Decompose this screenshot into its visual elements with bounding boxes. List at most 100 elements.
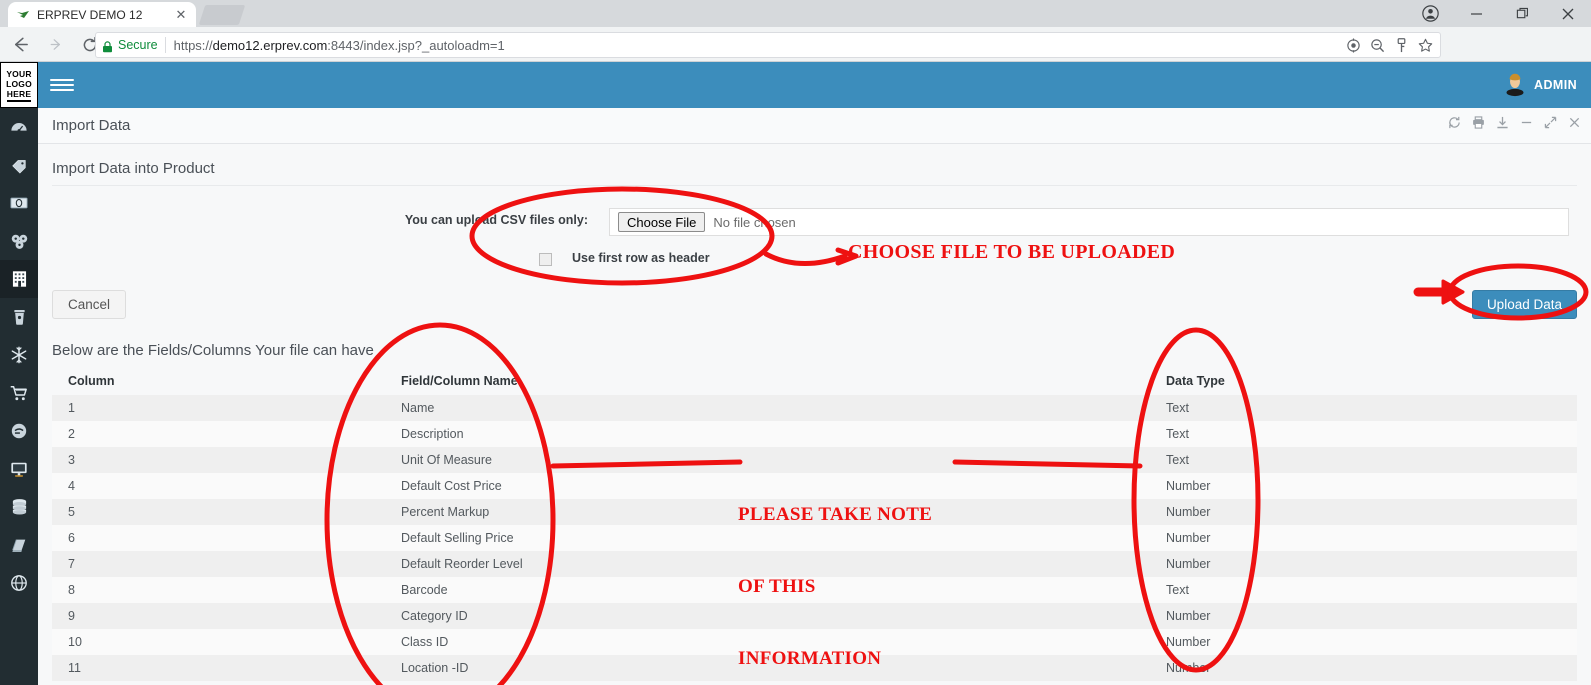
header-row-option: Use first row as header bbox=[52, 250, 1577, 270]
cell-column: 11 bbox=[52, 655, 385, 681]
download-icon[interactable] bbox=[1496, 116, 1509, 129]
cell-type: Number bbox=[1150, 655, 1577, 681]
choose-file-button[interactable]: Choose File bbox=[618, 212, 706, 232]
sidebar-item-monitor[interactable] bbox=[0, 450, 38, 488]
upload-instruction-label: You can upload CSV files only: bbox=[404, 213, 588, 227]
bookmark-star-icon[interactable] bbox=[1414, 34, 1436, 56]
file-name-label: No file chosen bbox=[713, 214, 796, 230]
user-menu[interactable]: ADMIN bbox=[1504, 62, 1577, 108]
url-path: :8443/index.jsp?_autoloadm=1 bbox=[327, 37, 505, 53]
expand-button[interactable] bbox=[1544, 116, 1557, 129]
sidebar-item-database[interactable] bbox=[0, 488, 38, 526]
cell-type: Text bbox=[1150, 395, 1577, 421]
address-bar[interactable]: Secure https://demo12.erprev.com:8443/in… bbox=[95, 32, 1441, 58]
cell-type: Number bbox=[1150, 473, 1577, 499]
url-text: https://demo12.erprev.com:8443/index.jsp… bbox=[174, 38, 1434, 53]
file-input[interactable]: Choose File No file chosen bbox=[609, 208, 1569, 236]
browser-tab[interactable]: ERPREV DEMO 12 ✕ bbox=[8, 2, 196, 27]
screenshot-root: ERPREV DEMO 12 ✕ Secure https://demo12.e… bbox=[0, 0, 1591, 685]
section-title: Import Data into Product bbox=[52, 144, 1577, 186]
profile-icon[interactable] bbox=[1407, 0, 1453, 27]
monitor-icon bbox=[10, 461, 28, 478]
file-upload-row: You can upload CSV files only: Choose Fi… bbox=[52, 208, 1577, 236]
page-content: Import Data Import Data into Product You… bbox=[38, 108, 1591, 685]
globe-icon bbox=[10, 574, 28, 592]
close-icon[interactable]: ✕ bbox=[174, 8, 188, 22]
table-caption: Below are the Fields/Columns Your file c… bbox=[52, 342, 374, 359]
sidebar-item-tags[interactable] bbox=[0, 146, 38, 184]
sidebar-item-cart[interactable] bbox=[0, 374, 38, 412]
cell-field: Class ID bbox=[385, 629, 1150, 655]
cell-type: Number bbox=[1150, 499, 1577, 525]
close-panel-button[interactable] bbox=[1568, 116, 1581, 129]
snowflake-icon bbox=[10, 346, 28, 364]
refresh-button[interactable] bbox=[1448, 116, 1461, 129]
sidebar-item-trash[interactable] bbox=[0, 298, 38, 336]
table-row: 7 Default Reorder Level Number bbox=[52, 551, 1577, 577]
maximize-button[interactable] bbox=[1499, 0, 1545, 27]
trash-bin-icon bbox=[12, 309, 27, 326]
browser-toolbar: Secure https://demo12.erprev.com:8443/in… bbox=[0, 27, 1591, 80]
close-window-button[interactable] bbox=[1545, 0, 1591, 27]
table-row: 6 Default Selling Price Number bbox=[52, 525, 1577, 551]
sidebar-item-book[interactable] bbox=[0, 526, 38, 564]
money-bill-icon bbox=[10, 195, 28, 211]
user-avatar-icon bbox=[1504, 73, 1526, 97]
sidebar-item-globe[interactable] bbox=[0, 564, 38, 602]
cell-column: 6 bbox=[52, 525, 385, 551]
cell-column: 5 bbox=[52, 499, 385, 525]
sidebar-item-snowflake[interactable] bbox=[0, 336, 38, 374]
app-logo: YOUR LOGO HERE bbox=[0, 62, 38, 108]
location-icon[interactable] bbox=[1342, 34, 1364, 56]
printer-icon[interactable] bbox=[1472, 116, 1485, 129]
table-row: 2 Description Text bbox=[52, 421, 1577, 447]
app-header: ADMIN bbox=[38, 62, 1591, 108]
sidebar-item-dashboard[interactable] bbox=[0, 108, 38, 146]
database-icon bbox=[11, 498, 28, 516]
user-name-label: ADMIN bbox=[1534, 78, 1577, 92]
panel-body: Import Data into Product You can upload … bbox=[38, 144, 1591, 681]
logo-line-3: HERE bbox=[6, 89, 32, 102]
cell-field: Default Cost Price bbox=[385, 473, 1150, 499]
hamburger-menu-icon[interactable] bbox=[50, 74, 74, 96]
lock-icon bbox=[102, 40, 113, 52]
cell-field: Barcode bbox=[385, 577, 1150, 603]
use-first-row-checkbox[interactable] bbox=[539, 253, 552, 266]
upload-data-button[interactable]: Upload Data bbox=[1471, 290, 1577, 319]
window-controls bbox=[1407, 0, 1591, 27]
back-arrow-icon[interactable] bbox=[5, 30, 35, 60]
cell-column: 1 bbox=[52, 395, 385, 421]
app-sidebar: YOUR LOGO HERE bbox=[0, 62, 38, 685]
cancel-button[interactable]: Cancel bbox=[52, 290, 127, 319]
table-row: 5 Percent Markup Number bbox=[52, 499, 1577, 525]
table-row: 4 Default Cost Price Number bbox=[52, 473, 1577, 499]
table-row: 9 Category ID Number bbox=[52, 603, 1577, 629]
forward-arrow-icon[interactable] bbox=[40, 30, 70, 60]
tag-icon bbox=[10, 156, 28, 174]
table-row: 1 Name Text bbox=[52, 395, 1577, 421]
key-icon[interactable] bbox=[1390, 34, 1412, 56]
action-button-row: Cancel Upload Data bbox=[52, 290, 1577, 320]
use-first-row-label: Use first row as header bbox=[572, 251, 710, 265]
cell-column: 3 bbox=[52, 447, 385, 473]
cell-type: Number bbox=[1150, 525, 1577, 551]
cell-field: Percent Markup bbox=[385, 499, 1150, 525]
cell-column: 10 bbox=[52, 629, 385, 655]
url-scheme: https:// bbox=[173, 37, 213, 53]
sidebar-item-inventory[interactable] bbox=[0, 222, 38, 260]
sidebar-item-cash[interactable] bbox=[0, 184, 38, 222]
header-column: Column bbox=[52, 367, 385, 395]
bird-favicon bbox=[16, 8, 30, 22]
minimize-button[interactable] bbox=[1453, 0, 1499, 27]
new-tab-button[interactable] bbox=[198, 5, 246, 25]
collapse-button[interactable] bbox=[1520, 116, 1533, 129]
zoom-out-icon[interactable] bbox=[1366, 34, 1388, 56]
cell-field: Default Reorder Level bbox=[385, 551, 1150, 577]
omnibox-divider bbox=[164, 37, 166, 53]
cell-type: Number bbox=[1150, 603, 1577, 629]
coin-icon bbox=[10, 422, 28, 440]
cell-column: 4 bbox=[52, 473, 385, 499]
sidebar-item-coin[interactable] bbox=[0, 412, 38, 450]
cell-field: Location -ID bbox=[385, 655, 1150, 681]
sidebar-item-products[interactable] bbox=[0, 260, 38, 298]
